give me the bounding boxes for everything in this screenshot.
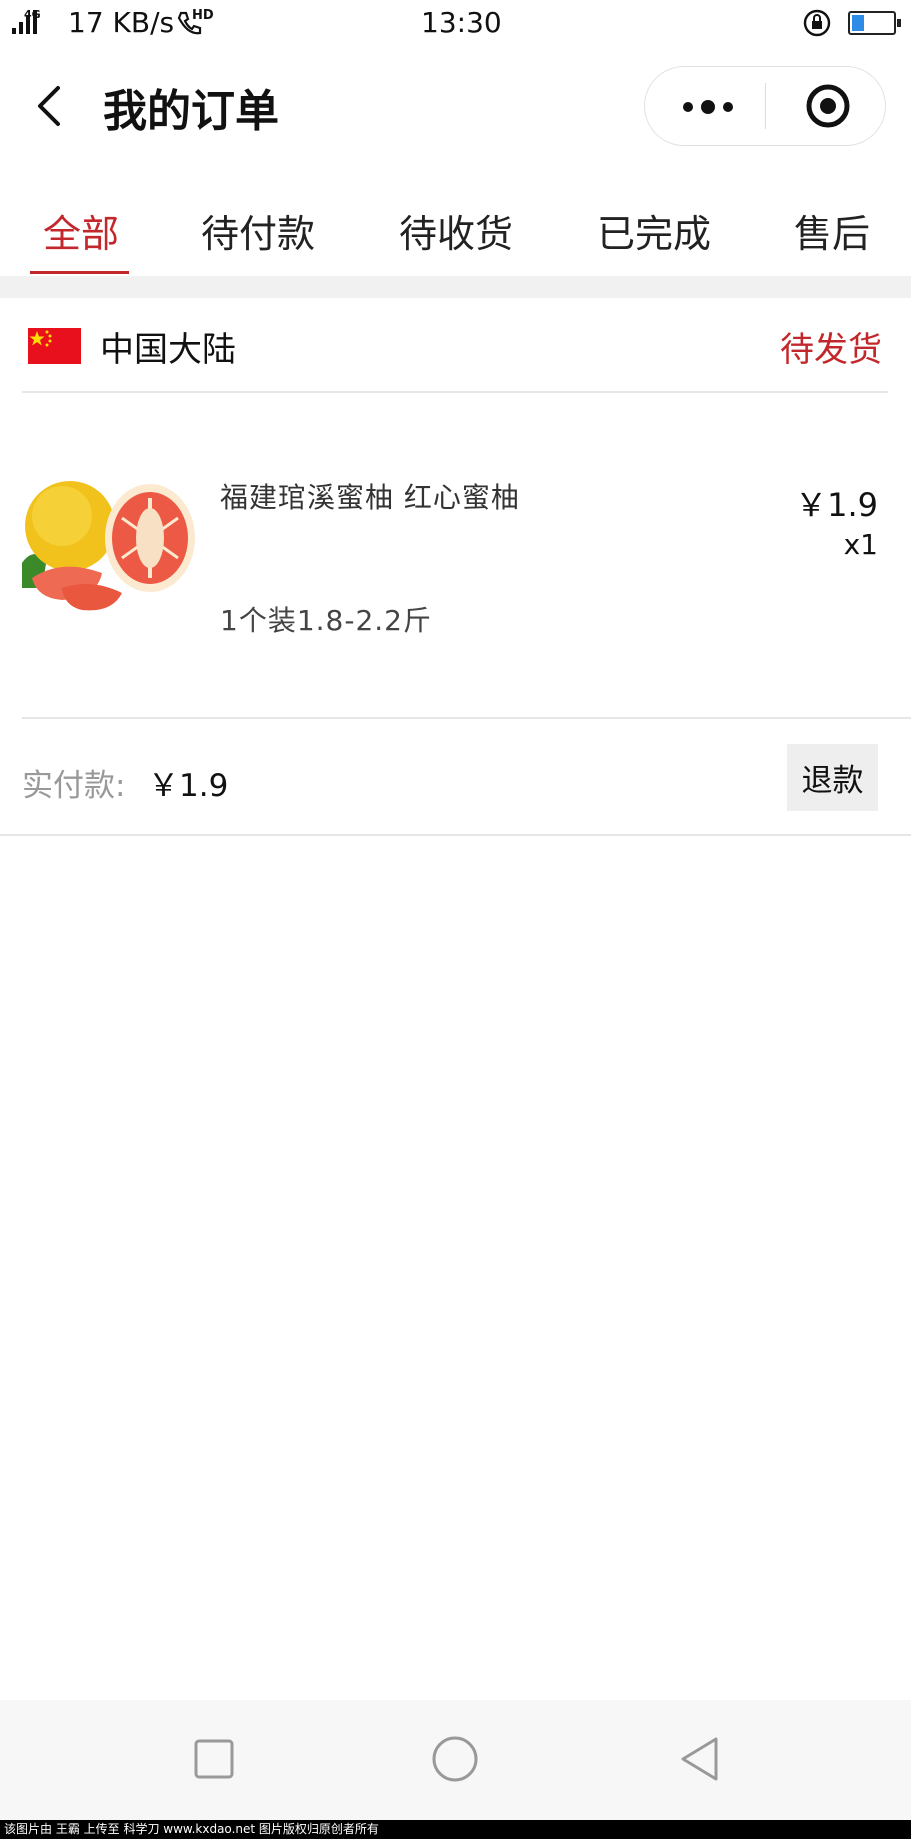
tab-completed[interactable]: 已完成 — [597, 203, 711, 258]
target-icon[interactable] — [805, 83, 851, 129]
page-title: 我的订单 — [103, 86, 279, 137]
product-price: ￥1.9 — [795, 486, 878, 524]
divider — [22, 717, 911, 719]
tab-pending-payment[interactable]: 待付款 — [201, 203, 315, 258]
battery-icon — [848, 11, 901, 35]
product-name: 福建琯溪蜜柚 红心蜜柚 — [220, 481, 520, 514]
clock: 13:30 — [421, 6, 502, 39]
system-nav-bar — [0, 1700, 911, 1820]
order-status: 待发货 — [780, 330, 882, 370]
divider — [0, 834, 911, 836]
status-bar: 4G 17 KB/s HD 13:30 — [0, 0, 911, 48]
rotation-lock-icon — [803, 9, 831, 37]
section-gap — [0, 276, 911, 298]
active-tab-indicator — [30, 271, 129, 274]
product-spec: 1个装1.8-2.2斤 — [220, 604, 432, 637]
mini-program-capsule — [644, 66, 886, 146]
order-region: 中国大陆 — [100, 330, 236, 370]
paid-amount: ￥1.9 — [148, 768, 229, 804]
tab-after-sales[interactable]: 售后 — [794, 203, 870, 258]
watermark: 该图片由 王霸 上传至 科学刀 www.kxdao.net 图片版权归原创者所有 — [0, 1820, 911, 1839]
tab-all[interactable]: 全部 — [43, 203, 119, 258]
hd-badge: HD — [192, 8, 214, 23]
capsule-divider — [765, 83, 766, 129]
refund-button[interactable]: 退款 — [787, 744, 878, 811]
china-flag-icon — [28, 328, 81, 364]
circle-icon[interactable] — [430, 1734, 480, 1784]
divider — [22, 391, 888, 393]
product-quantity: x1 — [843, 528, 878, 561]
net-speed: 17 KB/s — [68, 6, 175, 39]
triangle-back-icon[interactable] — [676, 1734, 726, 1784]
more-dots-icon[interactable] — [681, 97, 735, 117]
square-icon[interactable] — [193, 1738, 235, 1780]
product-image[interactable] — [22, 468, 202, 648]
tab-pending-receipt[interactable]: 待收货 — [399, 203, 513, 258]
paid-label: 实付款: — [22, 768, 126, 804]
network-type: 4G — [24, 8, 41, 21]
back-chevron-icon[interactable] — [28, 80, 78, 130]
